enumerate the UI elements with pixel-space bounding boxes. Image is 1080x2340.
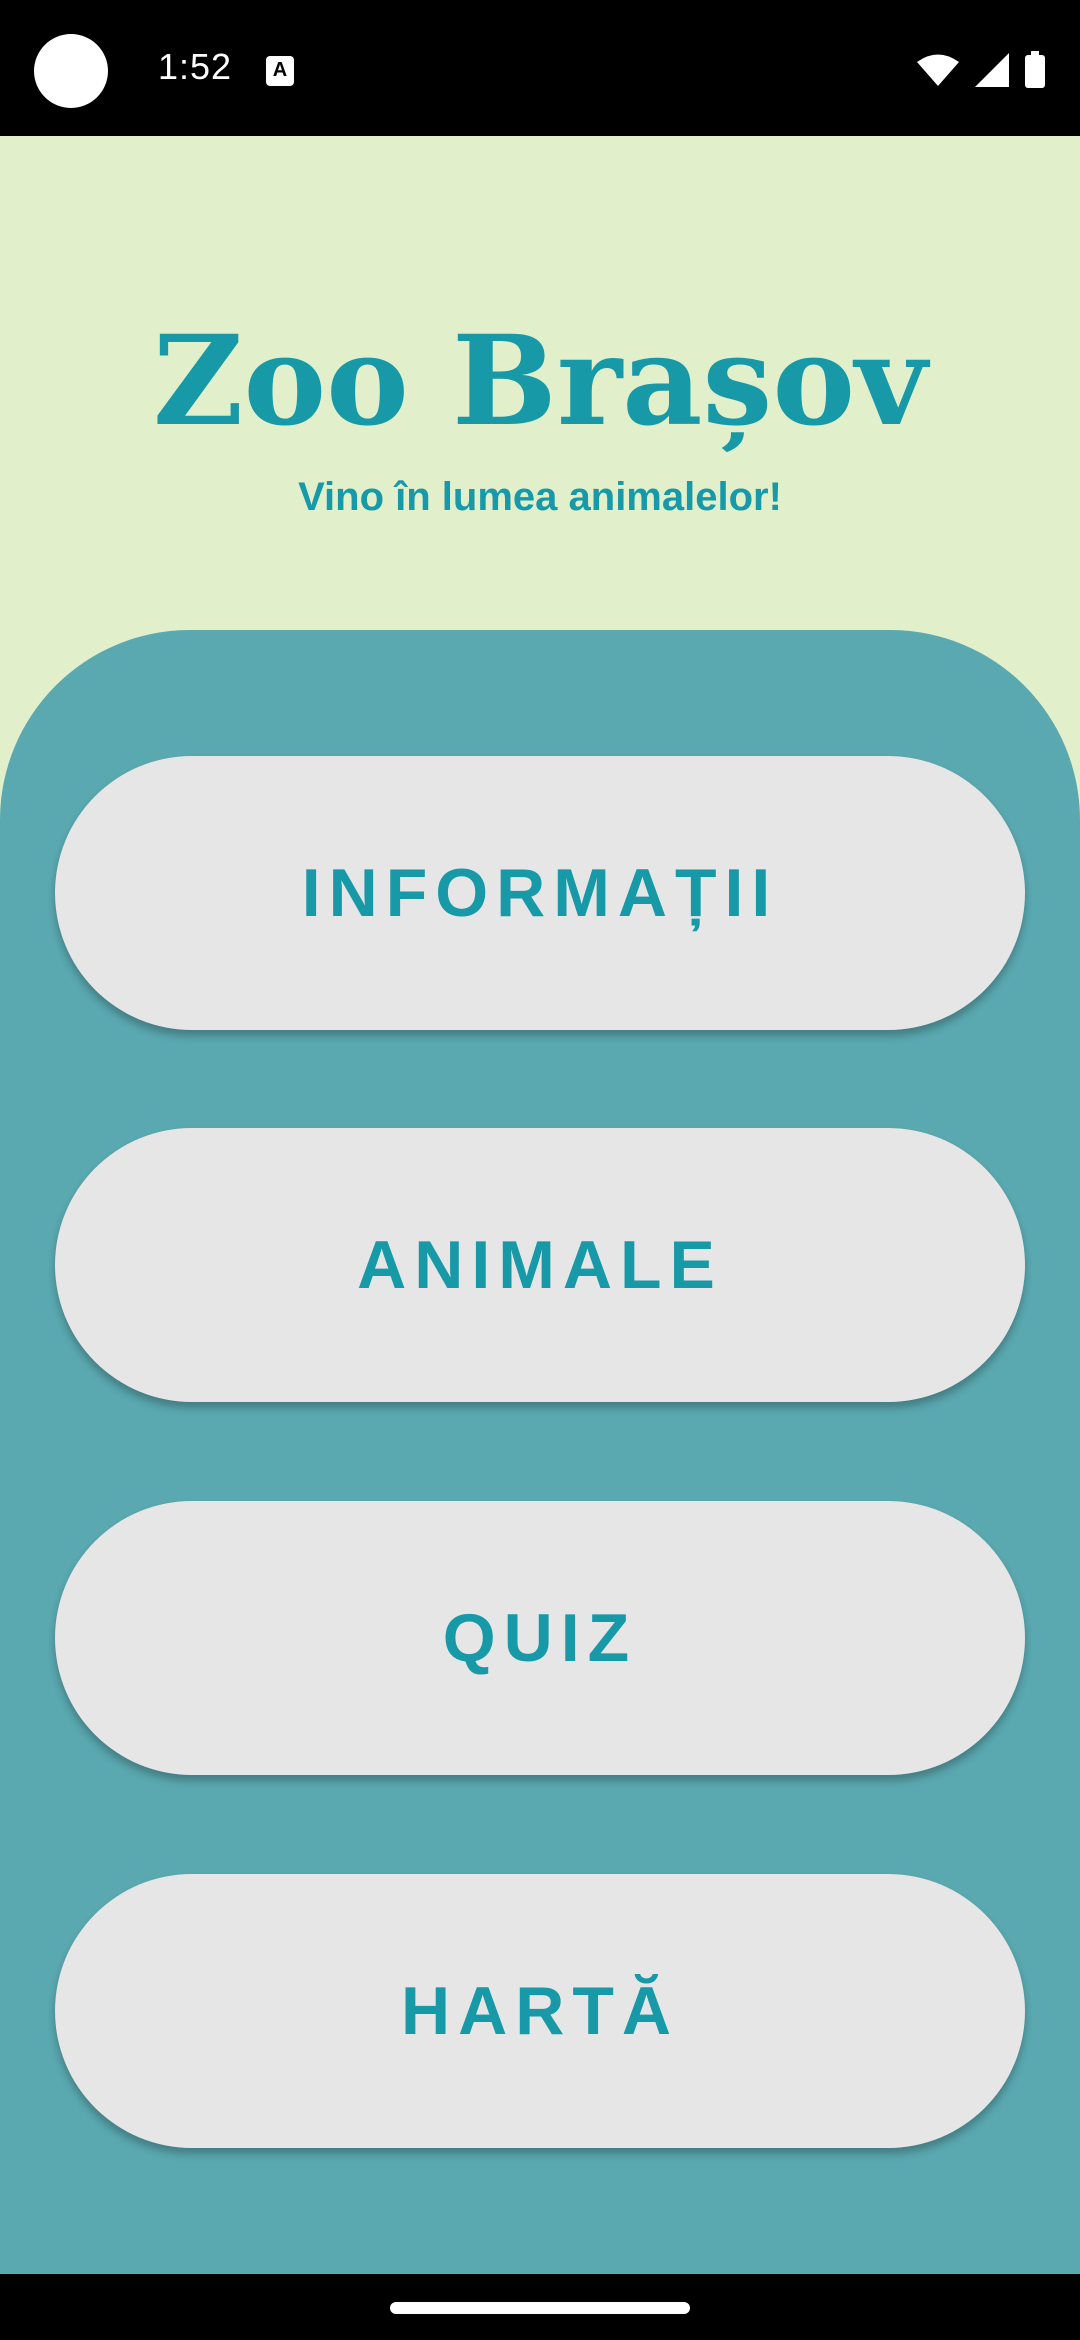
navigation-bar xyxy=(0,2274,1080,2340)
menu-panel: INFORMAȚII ANIMALE QUIZ HARTĂ xyxy=(0,630,1080,2274)
informatii-button[interactable]: INFORMAȚII xyxy=(55,756,1025,1030)
home-indicator[interactable] xyxy=(390,2302,690,2314)
phone-screen: 1:52 A Zoo Brașov Vino în lumea animalel… xyxy=(0,0,1080,2340)
status-icons xyxy=(916,50,1046,90)
animale-button[interactable]: ANIMALE xyxy=(55,1128,1025,1402)
notification-a-icon: A xyxy=(266,56,294,86)
signal-icon xyxy=(975,53,1009,87)
status-bar: 1:52 A xyxy=(0,0,1080,136)
app-title: Zoo Brașov xyxy=(152,309,928,454)
app-subtitle: Vino în lumea animalelor! xyxy=(298,475,782,519)
camera-cutout xyxy=(34,34,108,108)
quiz-button[interactable]: QUIZ xyxy=(55,1501,1025,1775)
main-content: Zoo Brașov Vino în lumea animalelor! INF… xyxy=(0,136,1080,2274)
battery-icon xyxy=(1025,51,1045,88)
status-time: 1:52 xyxy=(158,46,233,87)
harta-button[interactable]: HARTĂ xyxy=(55,1874,1025,2148)
wifi-icon xyxy=(917,54,959,86)
header: Zoo Brașov Vino în lumea animalelor! xyxy=(0,136,1080,630)
